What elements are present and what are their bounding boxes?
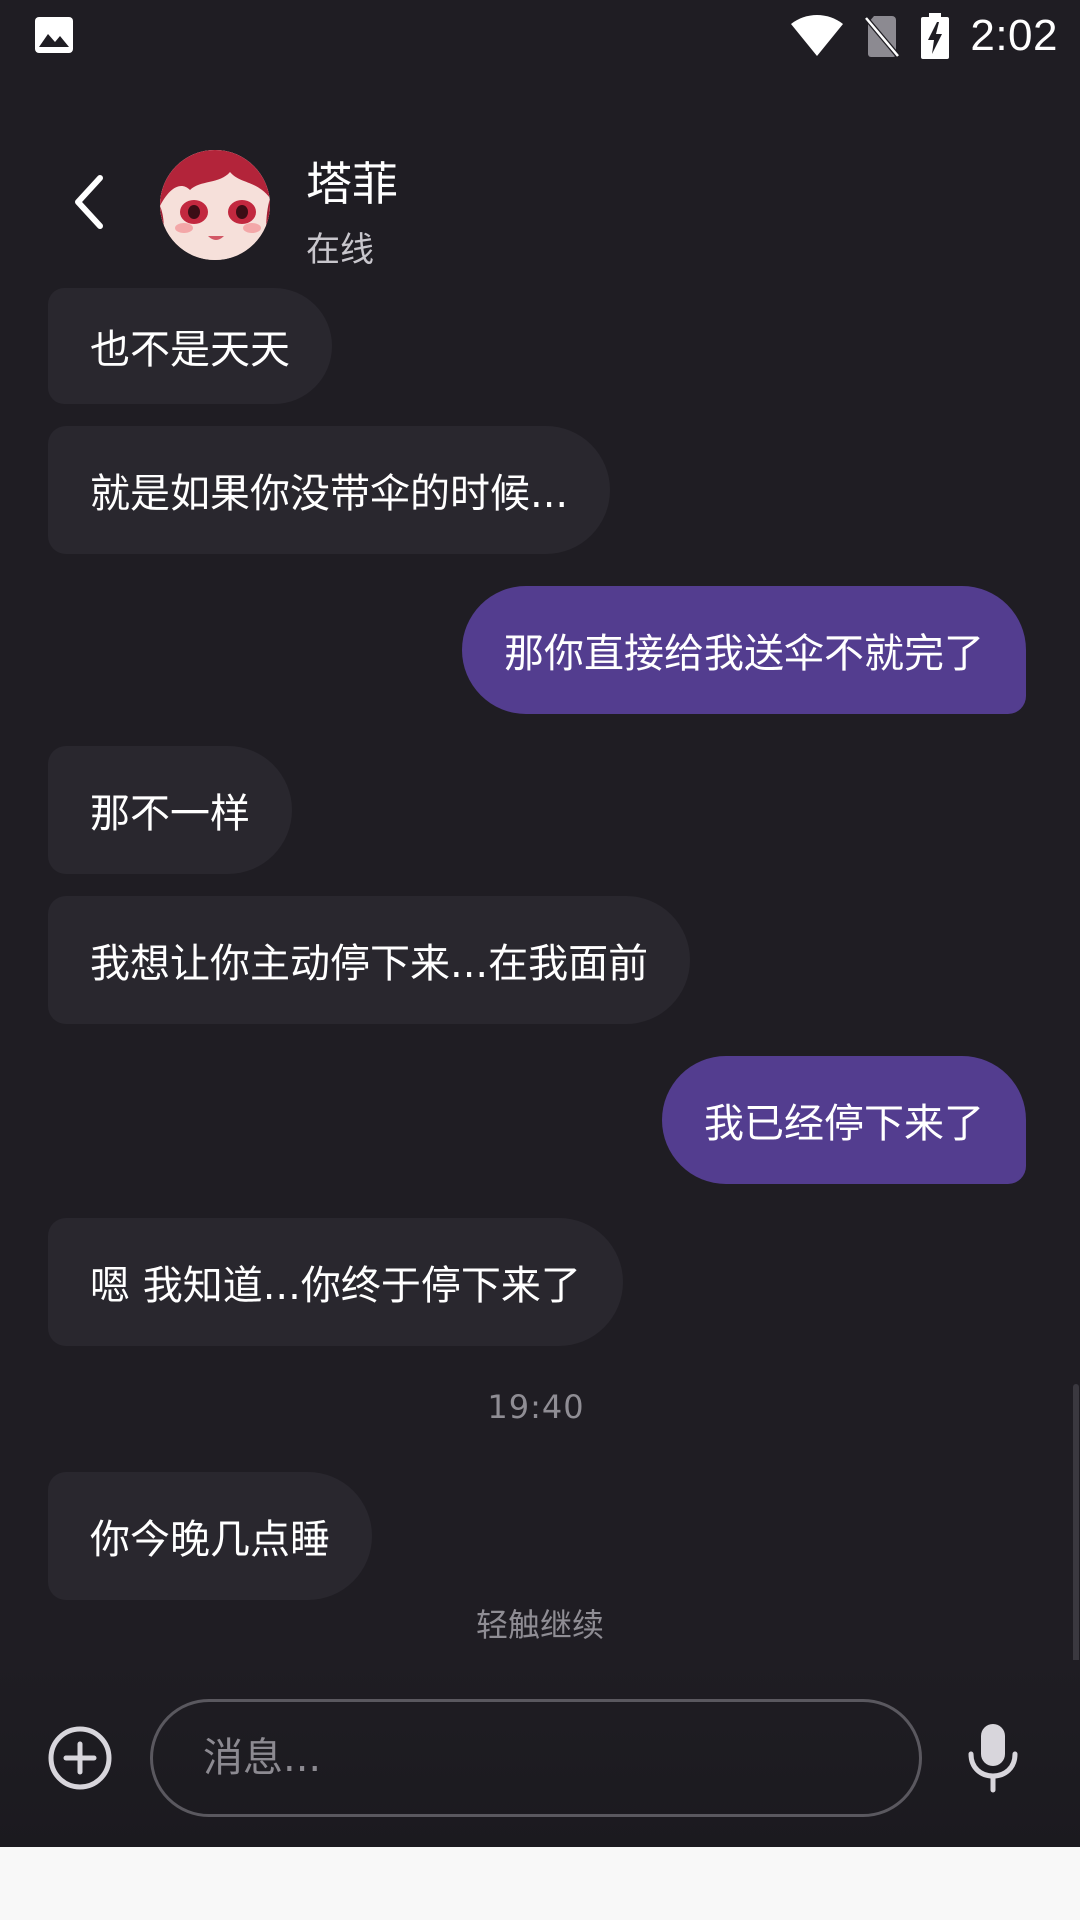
contact-status: 在线 xyxy=(306,230,374,270)
message-input[interactable] xyxy=(150,1699,922,1817)
message-timestamp: 19:40 xyxy=(487,1388,585,1426)
no-sim-icon xyxy=(864,16,901,58)
status-bar: 2:02 xyxy=(0,0,1080,72)
navigation-bar-area xyxy=(0,1847,1080,1920)
message-bubble-incoming[interactable]: 嗯 我知道...你终于停下来了 xyxy=(48,1218,623,1346)
image-icon xyxy=(35,17,73,53)
microphone-icon[interactable] xyxy=(962,1722,1024,1794)
battery-charging-icon xyxy=(921,13,950,59)
scrollbar[interactable] xyxy=(1073,1384,1079,1668)
back-button[interactable] xyxy=(58,170,122,234)
contact-name: 塔菲 xyxy=(306,157,398,211)
message-bubble-outgoing[interactable]: 那你直接给我送伞不就完了 xyxy=(462,586,1026,714)
message-bubble-outgoing[interactable]: 我已经停下来了 xyxy=(662,1056,1026,1184)
message-bubble-incoming[interactable]: 就是如果你没带伞的时候... xyxy=(48,426,611,554)
plus-circle-icon[interactable] xyxy=(46,1724,114,1792)
chat-header: 塔菲 在线 xyxy=(0,136,1080,276)
message-bubble-incoming[interactable]: 你今晚几点睡 xyxy=(48,1472,372,1600)
chat-screen: 2:02 塔菲 在线 也不是天天 就是如果你没带伞的时候... 那你直接给我送伞… xyxy=(0,0,1080,1847)
chevron-left-icon xyxy=(75,175,103,229)
tap-to-continue[interactable]: 轻触继续 xyxy=(0,1600,1080,1646)
avatar[interactable] xyxy=(160,150,270,260)
wifi-icon xyxy=(791,15,844,56)
message-bubble-incoming[interactable]: 我想让你主动停下来...在我面前 xyxy=(48,896,691,1024)
message-bubble-incoming[interactable]: 也不是天天 xyxy=(48,288,332,404)
message-bubble-incoming[interactable]: 那不一样 xyxy=(48,746,292,874)
status-time: 2:02 xyxy=(970,11,1058,60)
avatar-image xyxy=(160,150,270,260)
